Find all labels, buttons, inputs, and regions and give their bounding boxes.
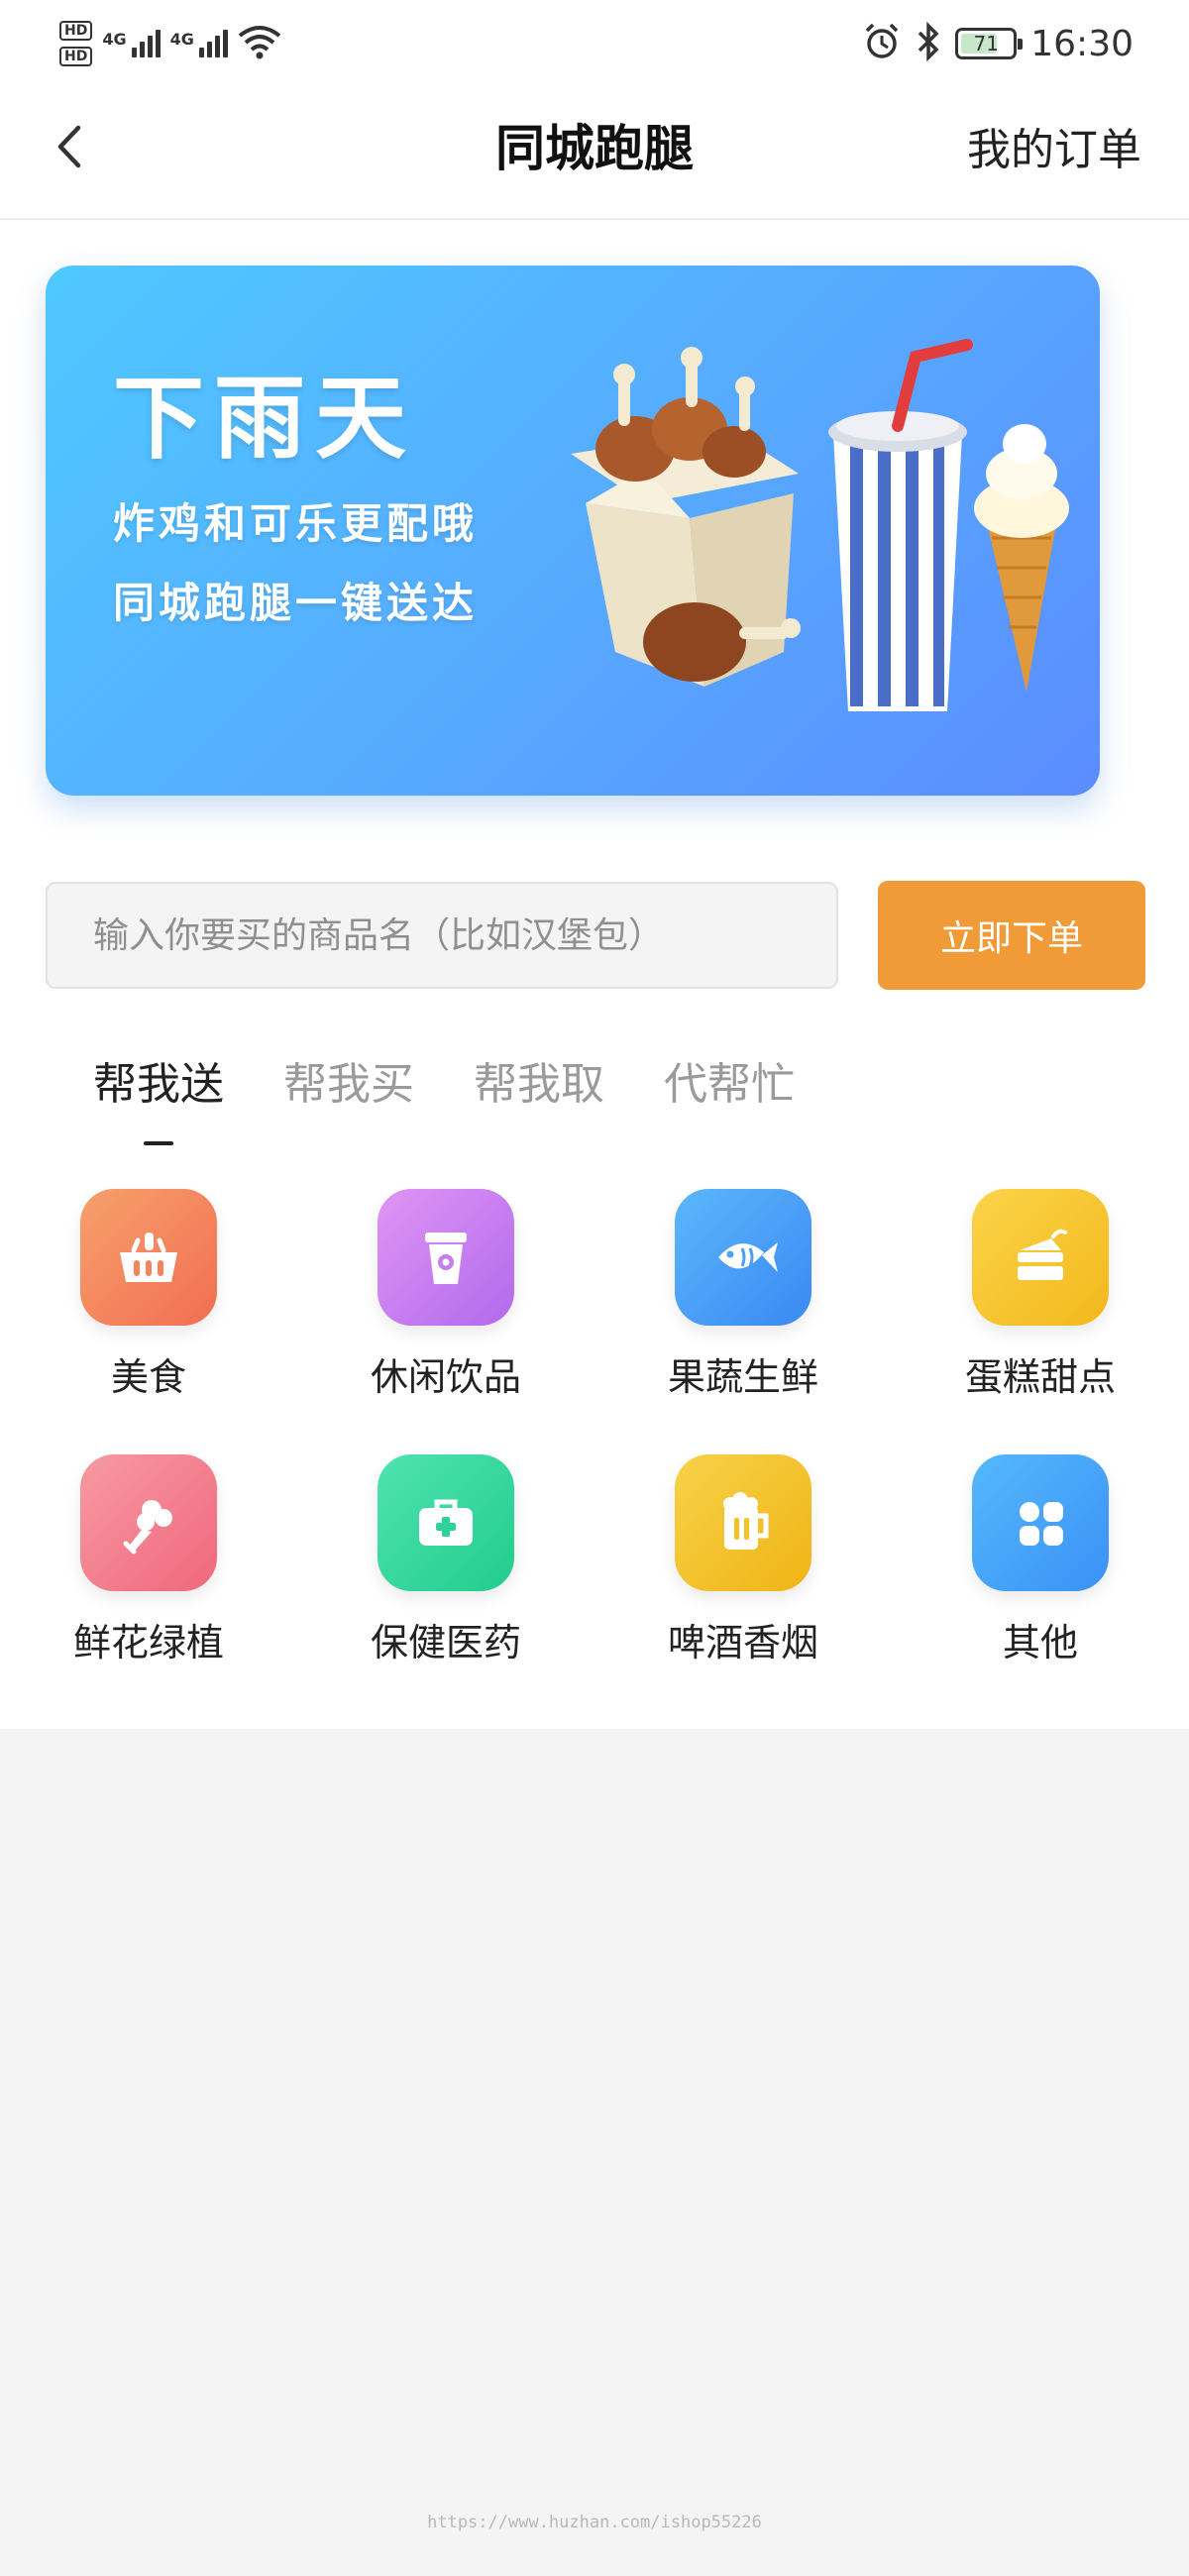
banner-line-1: 炸鸡和可乐更配哦 [113,499,479,548]
order-now-button[interactable]: 立即下单 [878,881,1145,990]
watermark: https://www.huzhan.com/ishop55226 [427,2513,762,2532]
tab-pick-up-for-me[interactable]: 帮我取 [474,1050,604,1120]
battery-icon: 71 [955,28,1024,59]
beer-icon [675,1454,811,1591]
service-tabs: 帮我送 帮我买 帮我取 代帮忙 [93,1050,795,1120]
promo-banner[interactable]: 下雨天 炸鸡和可乐更配哦 同城跑腿一键送达 [46,266,1100,796]
category-drinks[interactable]: 休闲饮品 [297,1189,594,1454]
category-label: 鲜花绿植 [72,1621,224,1664]
banner-line-2: 同城跑腿一键送达 [113,579,479,627]
category-row: 美食 休闲饮品 果蔬生鲜 蛋糕甜点 [0,1189,1189,1454]
fish-icon [675,1189,811,1326]
product-search-input[interactable] [46,882,838,989]
category-flowers-plants[interactable]: 鲜花绿植 [0,1454,297,1720]
category-health-medicine[interactable]: 保健医药 [297,1454,594,1720]
alarm-icon [862,22,902,65]
category-food[interactable]: 美食 [0,1189,297,1454]
category-row: 鲜花绿植 保健医药 啤酒香烟 其他 [0,1454,1189,1720]
battery-level: 71 [973,32,999,55]
category-label: 保健医药 [370,1621,521,1664]
food-illustration [571,339,1069,711]
tab-help-out[interactable]: 代帮忙 [664,1050,795,1120]
medkit-icon [378,1454,514,1591]
status-left: HD HD 4G 4G [59,14,281,73]
category-label: 果蔬生鲜 [667,1355,818,1399]
network-type-label: 4G [169,30,194,49]
status-bar: HD HD 4G 4G 71 16:30 [0,0,1189,89]
category-cake-dessert[interactable]: 蛋糕甜点 [892,1189,1189,1454]
category-other[interactable]: 其他 [892,1454,1189,1720]
bouquet-icon [80,1454,217,1591]
nav-bar: 同城跑腿 我的订单 [0,89,1189,220]
banner-headline: 下雨天 [113,366,417,472]
category-label: 蛋糕甜点 [964,1355,1116,1399]
signal-icon: 4G [102,30,161,57]
wifi-icon [238,24,281,63]
status-right: 71 16:30 [862,14,1134,73]
tab-buy-for-me[interactable]: 帮我买 [283,1050,414,1120]
hd-badge: HD [59,21,93,41]
hd-badges: HD HD [59,21,93,66]
cake-icon [972,1189,1109,1326]
signal-icon: 4G [170,30,228,57]
category-label: 美食 [110,1355,186,1399]
basket-icon [80,1189,217,1326]
category-beer-tobacco[interactable]: 啤酒香烟 [594,1454,892,1720]
cup-icon [378,1189,514,1326]
network-type-label: 4G [102,30,127,49]
hd-badge: HD [59,47,93,66]
clock: 16:30 [1030,23,1134,64]
banner-text: 下雨天 炸鸡和可乐更配哦 同城跑腿一键送达 [113,365,478,632]
category-grid: 美食 休闲饮品 果蔬生鲜 蛋糕甜点 鲜花绿植 保健医药 啤酒香烟 其他 [0,1189,1189,1720]
my-orders-link[interactable]: 我的订单 [967,123,1141,178]
grid-icon [972,1454,1109,1591]
tab-send-for-me[interactable]: 帮我送 [93,1050,224,1120]
category-label: 其他 [1002,1621,1078,1664]
bluetooth-icon [916,21,941,65]
category-label: 休闲饮品 [370,1355,521,1399]
category-label: 啤酒香烟 [667,1621,818,1664]
category-fresh-produce[interactable]: 果蔬生鲜 [594,1189,892,1454]
